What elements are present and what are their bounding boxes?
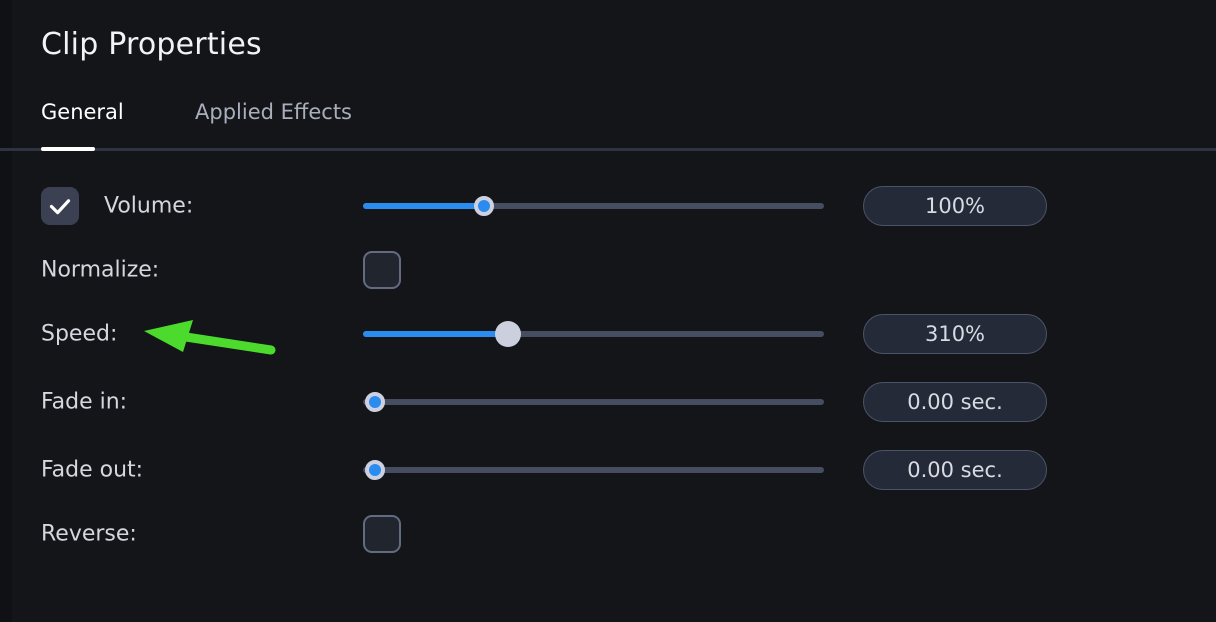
reverse-checkbox[interactable] <box>363 515 401 553</box>
row-label-normalize: Normalize: <box>41 257 160 283</box>
normalize-checkbox[interactable] <box>363 251 401 289</box>
row-label-volume: Volume: <box>104 193 194 219</box>
tab-strip: General Applied Effects <box>0 100 1216 152</box>
slider-fill <box>363 331 506 337</box>
row-label-fade-in: Fade in: <box>41 389 128 415</box>
tab-applied-effects[interactable]: Applied Effects <box>195 100 352 124</box>
row-label-reverse: Reverse: <box>41 521 137 547</box>
slider-track <box>363 399 824 405</box>
slider-track <box>363 467 824 473</box>
row-volume: Volume: 100% <box>0 184 1216 228</box>
row-reverse: Reverse: <box>0 512 1216 556</box>
page-title: Clip Properties <box>41 27 262 62</box>
row-speed: Speed: 310% <box>0 312 1216 356</box>
tab-active-indicator <box>41 147 95 151</box>
checkmark-icon <box>49 199 71 215</box>
fade-in-slider[interactable] <box>363 390 824 414</box>
volume-enabled-checkbox[interactable] <box>41 187 79 225</box>
volume-value[interactable]: 100% <box>863 186 1047 226</box>
volume-slider[interactable] <box>363 194 824 218</box>
slider-handle[interactable] <box>365 460 385 480</box>
slider-fill <box>363 203 484 209</box>
row-label-speed: Speed: <box>41 321 118 347</box>
row-fade-in: Fade in: 0.00 sec. <box>0 380 1216 424</box>
fade-out-value[interactable]: 0.00 sec. <box>863 450 1047 490</box>
clip-properties-panel: Clip Properties General Applied Effects … <box>0 0 1216 622</box>
tab-divider <box>0 148 1216 151</box>
row-label-fade-out: Fade out: <box>41 457 144 483</box>
slider-handle[interactable] <box>495 321 521 347</box>
speed-value[interactable]: 310% <box>863 314 1047 354</box>
fade-out-slider[interactable] <box>363 458 824 482</box>
row-normalize: Normalize: <box>0 248 1216 292</box>
slider-handle[interactable] <box>365 392 385 412</box>
fade-in-value[interactable]: 0.00 sec. <box>863 382 1047 422</box>
tab-general[interactable]: General <box>41 100 124 124</box>
row-fade-out: Fade out: 0.00 sec. <box>0 448 1216 492</box>
slider-handle[interactable] <box>474 196 494 216</box>
speed-slider[interactable] <box>363 321 824 347</box>
